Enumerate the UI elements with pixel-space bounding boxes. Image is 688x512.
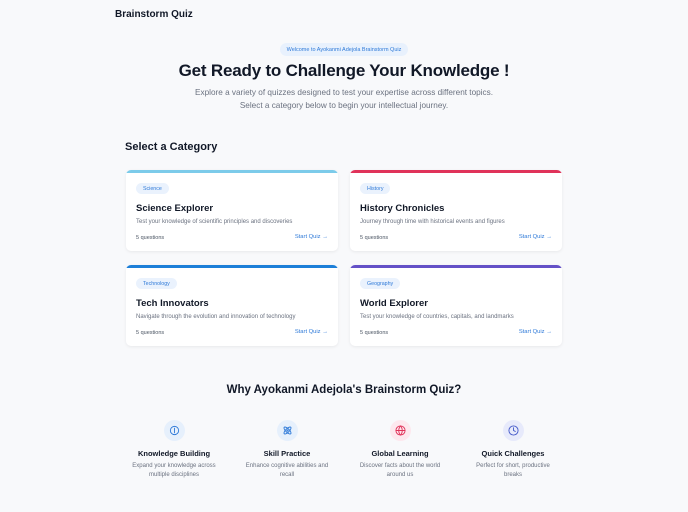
question-count: 5 questions [136,235,165,241]
card-description: Navigate through the evolution and innov… [136,314,296,320]
card-accent-stripe [350,265,562,268]
feature-description: Discover facts about the world around us [359,463,441,478]
page-title: Get Ready to Challenge Your Knowledge ! [178,61,510,80]
why-section-title: Why Ayokanmi Adejola's Brainstorm Quiz? [226,384,462,396]
question-count: 5 questions [360,330,389,336]
lightbulb-icon [163,420,185,441]
start-quiz-link[interactable]: Start Quiz → [295,329,328,335]
feature-title: Knowledge Building [137,449,211,458]
atom-icon [276,420,298,441]
category-tag: Technology [136,278,177,289]
card-description: Journey through time with historical eve… [360,219,505,225]
globe-icon [389,420,411,441]
question-count: 5 questions [136,330,165,336]
card-title: World Explorer [360,298,428,309]
category-tag: History [360,183,391,194]
feature-global-learning: Global Learning Discover facts about the… [340,420,460,480]
feature-description: Expand your knowledge across multiple di… [132,463,216,478]
card-description: Test your knowledge of countries, capita… [360,314,514,320]
card-description: Test your knowledge of scientific princi… [136,219,293,225]
card-title: History Chronicles [360,203,445,214]
category-tag: Geography [360,278,401,289]
category-section-title: Select a Category [125,141,218,153]
feature-title: Global Learning [371,449,429,458]
card-title: Science Explorer [136,203,214,214]
page-subtitle: Explore a variety of quizzes designed to… [195,88,493,110]
start-quiz-link[interactable]: Start Quiz → [519,234,552,240]
category-card-technology[interactable]: Technology Tech Innovators Navigate thro… [126,265,338,346]
category-card-history[interactable]: History History Chronicles Journey throu… [350,170,562,251]
feature-description: Perfect for short, productive breaks [476,463,550,478]
category-card-science[interactable]: Science Science Explorer Test your knowl… [126,170,338,251]
feature-title: Quick Challenges [481,449,545,458]
category-card-geography[interactable]: Geography World Explorer Test your knowl… [350,265,562,346]
feature-title: Skill Practice [263,449,311,458]
feature-quick-challenges: Quick Challenges Perfect for short, prod… [453,420,573,480]
feature-skill-practice: Skill Practice Enhance cognitive abiliti… [227,420,347,480]
feature-knowledge-building: Knowledge Building Expand your knowledge… [114,420,234,480]
feature-description: Enhance cognitive abilities and recall [245,463,329,478]
card-accent-stripe [350,170,562,173]
card-accent-stripe [126,265,338,268]
start-quiz-link[interactable]: Start Quiz → [295,234,328,240]
start-quiz-link[interactable]: Start Quiz → [519,329,552,335]
category-tag: Science [136,183,169,194]
clock-icon [502,420,524,441]
card-accent-stripe [126,170,338,173]
welcome-badge: Welcome to Ayokanmi Adejola Brainstorm Q… [280,43,408,56]
card-title: Tech Innovators [136,298,209,309]
brand-title[interactable]: Brainstorm Quiz [115,9,193,20]
question-count: 5 questions [360,235,389,241]
